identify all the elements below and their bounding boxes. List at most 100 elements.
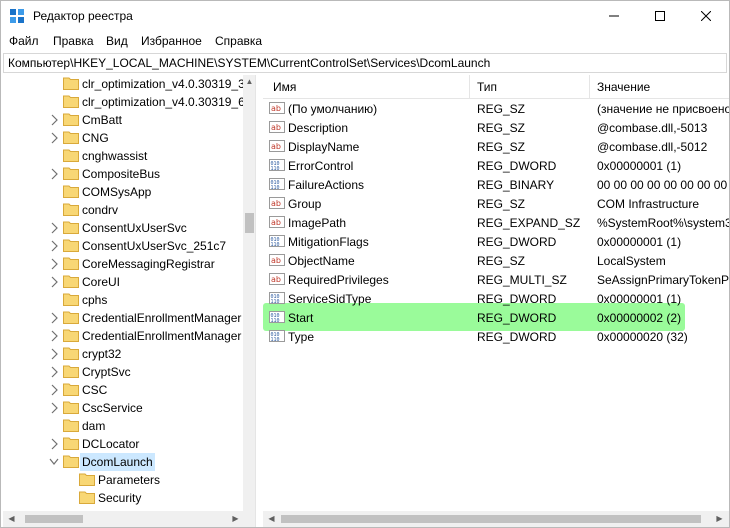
tree-item-label: DCLocator bbox=[82, 437, 140, 451]
string-value-icon: ab bbox=[269, 216, 285, 228]
chevron-right-icon[interactable] bbox=[49, 222, 59, 234]
scroll-left-icon[interactable]: ◀ bbox=[265, 512, 278, 526]
close-icon bbox=[701, 11, 711, 21]
tree-item-label: CSC bbox=[82, 383, 108, 397]
folder-icon bbox=[63, 131, 79, 144]
folder-icon bbox=[63, 365, 79, 378]
folder-icon bbox=[63, 113, 79, 126]
pane-splitter[interactable] bbox=[256, 75, 263, 527]
chevron-right-icon[interactable] bbox=[49, 384, 59, 396]
value-name: Description bbox=[288, 121, 349, 135]
chevron-right-icon[interactable] bbox=[49, 240, 59, 252]
svg-text:110: 110 bbox=[271, 337, 280, 343]
value-type: REG_DWORD bbox=[477, 235, 557, 249]
string-value-icon: ab bbox=[269, 273, 285, 285]
maximize-icon bbox=[655, 11, 665, 21]
chevron-right-icon[interactable] bbox=[49, 330, 59, 342]
value-row[interactable]: ab ImagePath REG_EXPAND_SZ %SystemRoot%\sys… bbox=[263, 213, 729, 232]
chevron-right-icon[interactable] bbox=[49, 366, 59, 378]
chevron-right-icon[interactable] bbox=[49, 168, 59, 180]
chevron-right-icon[interactable] bbox=[49, 348, 59, 360]
value-row[interactable]: ab DisplayName REG_SZ @combase.dll,-5012 bbox=[263, 137, 729, 156]
minimize-button[interactable] bbox=[591, 1, 637, 31]
tree-item-label: CmBatt bbox=[82, 113, 123, 127]
address-bar[interactable]: Компьютер\HKEY_LOCAL_MACHINE\SYSTEM\Curr… bbox=[3, 53, 727, 73]
value-type: REG_DWORD bbox=[477, 159, 557, 173]
menu-help[interactable]: Справка bbox=[215, 34, 262, 48]
chevron-right-icon[interactable] bbox=[49, 276, 59, 288]
value-type: REG_SZ bbox=[477, 121, 526, 135]
tree-item-label: DcomLaunch bbox=[80, 453, 155, 471]
folder-icon bbox=[63, 221, 79, 234]
value-row[interactable]: ab (По умолчанию) REG_SZ (значение не присв… bbox=[263, 99, 729, 118]
chevron-down-icon[interactable] bbox=[49, 456, 59, 468]
menu-view[interactable]: Вид bbox=[106, 34, 128, 48]
value-type: REG_SZ bbox=[477, 197, 526, 211]
value-row[interactable]: ab Group REG_SZ COM Infrastructure bbox=[263, 194, 729, 213]
value-type: REG_MULTI_SZ bbox=[477, 273, 567, 287]
folder-icon bbox=[63, 437, 79, 450]
tree-horizontal-thumb[interactable] bbox=[25, 515, 83, 523]
value-data: LocalSystem bbox=[597, 254, 666, 268]
tree-vertical-scrollbar[interactable]: ▲ bbox=[243, 75, 255, 511]
minimize-icon bbox=[609, 15, 619, 17]
folder-icon bbox=[63, 95, 79, 108]
value-row[interactable]: 010 110 Type REG_DWORD 0x00000020 (32) bbox=[263, 327, 729, 346]
value-type: REG_DWORD bbox=[477, 330, 557, 344]
value-row[interactable]: ab ObjectName REG_SZ LocalSystem bbox=[263, 251, 729, 270]
value-data: SeAssignPrimaryTokenPri bbox=[597, 273, 729, 287]
column-data-header[interactable]: Значение bbox=[597, 80, 650, 94]
values-horizontal-scrollbar[interactable]: ◀ ▶ bbox=[263, 511, 729, 527]
svg-text:ab: ab bbox=[271, 218, 281, 227]
binary-value-icon: 010110 bbox=[269, 292, 285, 305]
value-row[interactable]: 010 110 ServiceSidType REG_DWORD 0x00000001 … bbox=[263, 289, 729, 308]
folder-icon bbox=[63, 383, 79, 396]
close-button[interactable] bbox=[683, 1, 729, 31]
chevron-right-icon[interactable] bbox=[49, 114, 59, 126]
string-value-icon: ab bbox=[269, 140, 285, 152]
chevron-right-icon[interactable] bbox=[49, 312, 59, 324]
column-divider[interactable] bbox=[589, 75, 590, 99]
value-row[interactable]: ab Description REG_SZ @combase.dll,-5013 bbox=[263, 118, 729, 137]
svg-text:ab: ab bbox=[271, 104, 281, 113]
column-divider[interactable] bbox=[469, 75, 470, 99]
tree-vertical-thumb[interactable] bbox=[245, 213, 254, 233]
value-type: REG_DWORD bbox=[477, 311, 557, 325]
tree-item-label: CredentialEnrollmentManager bbox=[82, 329, 242, 343]
column-name-header[interactable]: Имя bbox=[273, 80, 296, 94]
value-row[interactable]: ab RequiredPrivileges REG_MULTI_SZ SeAssign… bbox=[263, 270, 729, 289]
chevron-right-icon[interactable] bbox=[49, 438, 59, 450]
value-row[interactable]: 010 110 FailureActions REG_BINARY 00 00 00 0… bbox=[263, 175, 729, 194]
key-tree[interactable]: clr_optimization_v4.0.30319_32 clr_optimi… bbox=[3, 75, 256, 527]
values-list[interactable]: Имя Тип Значение ab (По умолчанию) REG_SZ (… bbox=[263, 75, 729, 527]
maximize-button[interactable] bbox=[637, 1, 683, 31]
string-value-icon: ab bbox=[269, 197, 285, 209]
menu-file[interactable]: Файл bbox=[9, 34, 39, 48]
tree-horizontal-scrollbar[interactable]: ◀ ▶ bbox=[3, 511, 255, 527]
value-row[interactable]: 010 110 MitigationFlags REG_DWORD 0x00000001… bbox=[263, 232, 729, 251]
value-name: Group bbox=[288, 197, 322, 211]
chevron-right-icon[interactable] bbox=[49, 132, 59, 144]
svg-text:ab: ab bbox=[271, 123, 281, 132]
chevron-right-icon[interactable] bbox=[49, 402, 59, 414]
value-row[interactable]: 010 110 ErrorControl REG_DWORD 0x00000001 (1… bbox=[263, 156, 729, 175]
scroll-left-icon[interactable]: ◀ bbox=[5, 512, 18, 526]
value-type: REG_SZ bbox=[477, 254, 526, 268]
folder-icon bbox=[63, 239, 79, 252]
column-type-header[interactable]: Тип bbox=[477, 80, 497, 94]
value-type: REG_BINARY bbox=[477, 178, 555, 192]
value-row[interactable]: 010 110 Start REG_DWORD 0x00000002 (2) bbox=[263, 308, 729, 327]
folder-icon bbox=[63, 77, 79, 90]
values-horizontal-thumb[interactable] bbox=[281, 515, 701, 523]
menu-favorites[interactable]: Избранное bbox=[141, 34, 202, 48]
menu-edit[interactable]: Правка bbox=[53, 34, 94, 48]
tree-item-label: cnghwassist bbox=[82, 149, 148, 163]
value-data: 0x00000001 (1) bbox=[597, 159, 682, 173]
scroll-right-icon[interactable]: ▶ bbox=[229, 512, 242, 526]
scroll-right-icon[interactable]: ▶ bbox=[713, 512, 726, 526]
scroll-up-icon[interactable]: ▲ bbox=[243, 75, 255, 89]
binary-value-icon: 010110 bbox=[269, 311, 285, 324]
chevron-right-icon[interactable] bbox=[49, 258, 59, 270]
value-name: DisplayName bbox=[288, 140, 360, 154]
folder-icon bbox=[63, 401, 79, 414]
